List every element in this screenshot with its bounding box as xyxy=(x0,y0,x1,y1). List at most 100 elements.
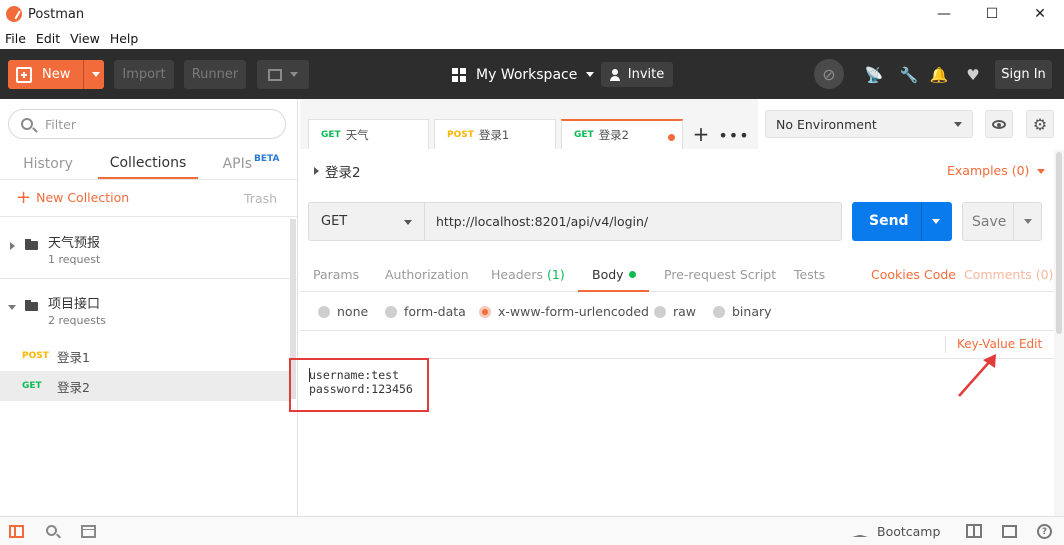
examples-dropdown[interactable]: Examples (0) xyxy=(947,163,1046,178)
divider xyxy=(0,179,298,180)
body-mode-urlencoded[interactable]: x-www-form-urlencoded xyxy=(479,304,649,319)
invite-button[interactable]: Invite xyxy=(601,62,673,87)
runner-button[interactable]: Runner xyxy=(184,60,246,89)
workspace-switcher[interactable]: My Workspace xyxy=(452,60,595,89)
tab-history[interactable]: History xyxy=(23,149,73,179)
environment-select[interactable]: No Environment xyxy=(765,110,973,138)
chevron-right-icon[interactable] xyxy=(10,242,15,250)
tab-apis-label: APIs xyxy=(222,156,253,172)
console-icon[interactable] xyxy=(81,525,96,538)
sidebar: Filter History Collections APIs BETA + Ne… xyxy=(0,99,298,516)
examples-label: Examples (0) xyxy=(947,163,1030,178)
minimize-button[interactable]: — xyxy=(920,0,968,28)
divider xyxy=(945,336,946,353)
keyboard-icon[interactable] xyxy=(1002,525,1017,538)
tab-params[interactable]: Params xyxy=(313,267,359,282)
chevron-down-icon[interactable] xyxy=(8,305,16,310)
divider xyxy=(0,216,298,217)
close-button[interactable]: ✕ xyxy=(1016,0,1064,28)
filter-placeholder: Filter xyxy=(45,116,76,132)
menu-help[interactable]: Help xyxy=(105,31,144,46)
tab-tests[interactable]: Tests xyxy=(794,267,825,282)
send-dropdown-chevron-icon[interactable] xyxy=(932,219,940,224)
request-tab[interactable]: POST 登录1 xyxy=(434,119,556,149)
filter-input[interactable]: Filter xyxy=(8,109,286,139)
body-mode-raw[interactable]: raw xyxy=(654,304,696,319)
tab-headers[interactable]: Headers (1) xyxy=(491,267,565,282)
new-button-divider xyxy=(83,60,84,89)
request-tab[interactable]: GET 天气 xyxy=(308,119,429,149)
menu-bar: File Edit View Help xyxy=(0,28,1064,49)
satellite-icon[interactable]: 📡 xyxy=(860,61,888,89)
tab-pre-request-script[interactable]: Pre-request Script xyxy=(664,267,776,282)
two-pane-layout-icon[interactable] xyxy=(966,524,982,538)
more-tabs-button[interactable]: ••• xyxy=(718,125,748,145)
new-button[interactable]: New xyxy=(8,60,104,89)
bootcamp-button[interactable]: Bootcamp xyxy=(852,524,940,539)
sidebar-tabs: History Collections APIs BETA xyxy=(0,149,298,179)
method-select[interactable]: GET xyxy=(308,202,424,241)
status-bar: Bootcamp ? xyxy=(0,516,1064,545)
chevron-right-icon[interactable] xyxy=(314,167,319,175)
menu-file[interactable]: File xyxy=(0,31,31,46)
cookies-link[interactable]: Cookies xyxy=(871,267,920,282)
tab-name: 登录1 xyxy=(478,127,510,142)
radio-label: form-data xyxy=(404,304,466,319)
tab-body[interactable]: Body xyxy=(592,267,636,282)
chevron-down-icon xyxy=(290,72,298,77)
request-item-selected[interactable]: GET 登录2 xyxy=(0,371,290,401)
new-dropdown-chevron-icon[interactable] xyxy=(92,72,100,77)
search-icon[interactable] xyxy=(46,525,57,536)
new-collection-button[interactable]: + New Collection xyxy=(16,188,129,206)
chevron-down-icon xyxy=(404,220,412,225)
request-title[interactable]: 登录2 xyxy=(325,161,361,181)
toggle-sidebar-icon[interactable] xyxy=(9,525,24,538)
heart-icon[interactable]: ♥ xyxy=(959,61,987,89)
sign-in-button[interactable]: Sign In xyxy=(995,60,1052,89)
manage-environments-button[interactable]: ⚙ xyxy=(1026,110,1054,138)
collection-item[interactable]: 项目接口 2 requests xyxy=(0,280,298,341)
radio-icon xyxy=(385,305,397,318)
collection-name: 项目接口 xyxy=(48,297,101,312)
save-button[interactable]: Save xyxy=(962,202,1042,241)
comments-link[interactable]: Comments (0) xyxy=(964,267,1053,282)
header-toolbar: New Import Runner My Workspace Invite ⊘ … xyxy=(0,49,1064,99)
body-mode-none[interactable]: none xyxy=(318,304,368,319)
environment-quick-look-button[interactable] xyxy=(985,110,1013,138)
code-link[interactable]: Code xyxy=(924,267,956,282)
request-name: 登录2 xyxy=(57,379,90,395)
body-mode-form-data[interactable]: form-data xyxy=(385,304,466,319)
add-tab-button[interactable]: + xyxy=(690,122,712,146)
menu-edit[interactable]: Edit xyxy=(31,31,65,46)
menu-view[interactable]: View xyxy=(65,31,105,46)
window-title: Postman xyxy=(28,6,85,22)
bell-icon[interactable]: 🔔 xyxy=(925,61,953,89)
headers-count: (1) xyxy=(547,267,565,282)
unsaved-dot-icon xyxy=(668,134,675,141)
body-mode-binary[interactable]: binary xyxy=(713,304,772,319)
main-scrollbar[interactable] xyxy=(1056,152,1062,334)
tab-authorization[interactable]: Authorization xyxy=(385,267,469,282)
tab-collections[interactable]: Collections xyxy=(98,149,198,179)
trash-button[interactable]: Trash xyxy=(244,191,277,206)
save-label: Save xyxy=(972,214,1007,230)
radio-icon xyxy=(713,305,725,318)
chevron-down-icon xyxy=(586,72,595,77)
workspace-grid-icon xyxy=(452,67,466,82)
help-icon[interactable]: ? xyxy=(1037,524,1052,539)
sync-off-icon[interactable]: ⊘ xyxy=(814,59,844,89)
import-button[interactable]: Import xyxy=(114,60,174,89)
save-dropdown-chevron-icon[interactable] xyxy=(1024,219,1032,224)
search-icon xyxy=(21,118,33,130)
collection-item[interactable]: 天气预报 1 request xyxy=(0,219,298,279)
tab-apis[interactable]: APIs BETA xyxy=(221,149,281,179)
request-tab-active[interactable]: GET 登录2 xyxy=(561,119,683,149)
radio-icon xyxy=(318,305,330,318)
request-item[interactable]: POST 登录1 xyxy=(0,341,290,371)
key-value-edit-link[interactable]: Key-Value Edit xyxy=(957,337,1042,351)
maximize-button[interactable]: ☐ xyxy=(968,0,1016,28)
url-input[interactable]: http://localhost:8201/api/v4/login/ xyxy=(424,202,842,241)
send-button[interactable]: Send xyxy=(852,202,952,241)
wrench-icon[interactable]: 🔧 xyxy=(895,61,923,89)
new-window-button[interactable] xyxy=(257,60,309,89)
